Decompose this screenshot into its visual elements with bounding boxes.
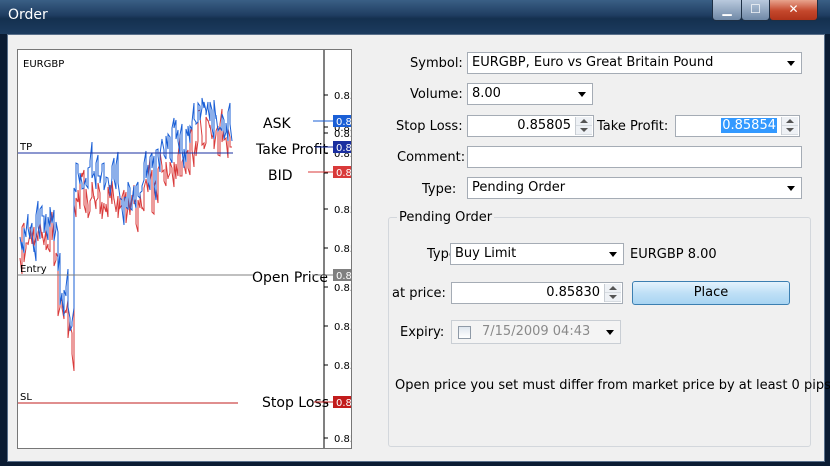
expiry-picker[interactable]: 7/15/2009 04:43 [451, 320, 621, 344]
symbol-value: EURGBP, Euro vs Great Britain Pound [472, 55, 714, 70]
open-price-tag-text: 0.85830 [336, 271, 351, 282]
stop-loss-annotation: Stop Loss [262, 395, 329, 411]
bid-annotation: BID [268, 168, 293, 184]
pending-note: Open price you set must differ from mark… [395, 378, 830, 393]
title-bar: Order ▁ ☐ ✕ [0, 0, 830, 34]
price-chart-svg: EURGBP 0.85866 0.858600.85858 0.85854 0.858… [18, 50, 351, 448]
spin-down-icon[interactable] [782, 126, 798, 135]
maximize-button[interactable]: ☐ [741, 0, 770, 21]
chevron-down-icon [787, 186, 795, 191]
symbol-select[interactable]: EURGBP, Euro vs Great Britain Pound [467, 52, 802, 74]
ask-tag-text: 0.85860 [336, 117, 351, 128]
volume-label: Volume: [410, 87, 463, 102]
price-tick-label: 0.85812 [334, 361, 351, 372]
stop-loss-value: 0.85805 [517, 118, 571, 133]
at-price-field[interactable]: 0.85830 [451, 282, 623, 304]
at-price-value: 0.85830 [546, 285, 600, 300]
spin-up-icon[interactable] [782, 117, 798, 126]
take-profit-tag-text: 0.85854 [336, 143, 351, 154]
chevron-down-icon [606, 330, 614, 335]
at-price-spinner[interactable] [604, 284, 621, 302]
volume-value: 8.00 [472, 86, 501, 101]
expiry-value: 7/15/2009 04:43 [482, 324, 591, 339]
spin-down-icon[interactable] [576, 126, 592, 135]
bid-series [19, 108, 232, 372]
pending-type-select[interactable]: Buy Limit [450, 243, 624, 265]
tp-line-label: TP [19, 142, 32, 153]
stop-loss-label: Stop Loss: [396, 119, 463, 134]
take-profit-annotation: Take Profit [255, 142, 329, 158]
price-tick-label: 0.85820 [334, 322, 351, 333]
price-tick-label: 0.85843 [334, 205, 351, 216]
price-series [19, 97, 233, 372]
pending-type-value: Buy Limit [455, 246, 517, 261]
order-dialog: EURGBP 0.85866 0.858600.85858 0.85854 0.858… [7, 34, 830, 462]
price-tick-label: 0.85797 [334, 434, 351, 445]
symbol-label: Symbol: [410, 56, 463, 71]
expiry-label: Expiry: [400, 325, 445, 340]
bid-tag-text: 0.85850 [336, 168, 351, 179]
stop-loss-field[interactable]: 0.85805 [467, 115, 594, 137]
spin-up-icon[interactable] [605, 284, 621, 293]
pending-order-title: Pending Order [397, 210, 495, 225]
spin-up-icon[interactable] [576, 117, 592, 126]
sl-line-label: SL [20, 392, 32, 403]
price-tick-label: 0.85835 [334, 244, 351, 255]
order-type-value: Pending Order [472, 180, 566, 195]
take-profit-label: Take Profit: [597, 119, 669, 134]
price-tick-label: 0.85866 [334, 91, 351, 102]
pending-summary: EURGBP 8.00 [630, 247, 717, 262]
window-title: Order [8, 7, 48, 23]
pending-order-group: Pending Order Type: Buy Limit EURGBP 8.0… [388, 210, 830, 447]
take-profit-spinner[interactable] [781, 117, 798, 135]
price-tick-label: 0.85858 [334, 129, 351, 140]
expiry-checkbox[interactable] [458, 326, 471, 339]
chevron-down-icon [578, 92, 586, 97]
close-button[interactable]: ✕ [769, 0, 818, 21]
stop-loss-tag-text: 0.85805 [336, 398, 351, 409]
entry-line-label: Entry [20, 264, 47, 275]
comment-field[interactable] [467, 146, 802, 168]
price-chart: EURGBP 0.85866 0.858600.85858 0.85854 0.858… [17, 49, 352, 449]
price-tick-label: 0.85827 [334, 283, 351, 294]
volume-select[interactable]: 8.00 [467, 83, 593, 105]
chevron-down-icon [787, 61, 795, 66]
order-type-label: Type: [422, 182, 457, 197]
spin-down-icon[interactable] [605, 293, 621, 302]
place-button[interactable]: Place [632, 281, 790, 305]
chart-symbol: EURGBP [23, 59, 64, 70]
open-price-annotation: Open Price [252, 270, 328, 286]
take-profit-value: 0.85854 [721, 118, 777, 133]
comment-label: Comment: [397, 150, 466, 165]
at-price-label: at price: [392, 286, 446, 301]
minimize-button[interactable]: ▁ [712, 0, 742, 21]
order-type-select[interactable]: Pending Order [467, 177, 802, 199]
chevron-down-icon [609, 252, 617, 257]
stop-loss-spinner[interactable] [575, 117, 592, 135]
take-profit-field[interactable]: 0.85854 [675, 115, 800, 137]
ask-annotation: ASK [263, 116, 291, 132]
